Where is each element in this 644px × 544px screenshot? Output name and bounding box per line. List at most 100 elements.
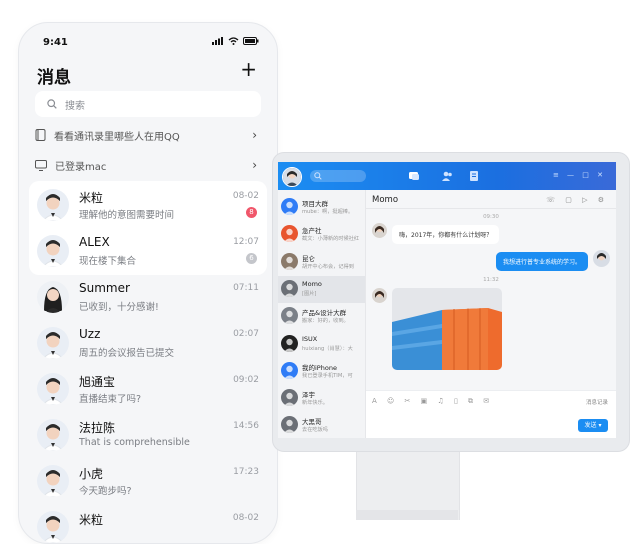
monitor-icon [35, 159, 47, 171]
contacts-notice[interactable]: 看看通讯录里哪些人在用QQ › [35, 125, 261, 145]
avatar [37, 281, 69, 313]
contact-preview: 截文：小薄新的时候社红 [302, 236, 360, 243]
momo-avatar [372, 288, 387, 303]
conversation-name: Summer [79, 281, 130, 295]
conversation-name: 法拉陈 [79, 421, 116, 435]
conversation-name: 小虎 [79, 467, 104, 481]
conversation-row[interactable]: Uzz 周五的会议报告已提交 02:07 [19, 321, 277, 367]
contact-avatar [281, 307, 298, 325]
wifi-icon [228, 37, 239, 45]
contact-avatar [281, 389, 298, 407]
contacts-icon [35, 129, 46, 141]
status-icons [212, 37, 259, 45]
contact-item[interactable]: 泽宇 新年快乐。 [278, 385, 365, 412]
contact-avatar [281, 334, 298, 352]
unread-badge: 6 [246, 253, 257, 264]
add-button[interactable]: + [240, 59, 257, 79]
contact-preview: mube：啊，挺超棒。 [302, 209, 354, 215]
contact-item[interactable]: 项目大群 mube：啊，挺超棒。 [278, 194, 365, 221]
status-time: 9:41 [43, 37, 68, 48]
chat-tab-icon[interactable] [408, 170, 420, 182]
chat-title: Momo [372, 195, 399, 205]
contact-avatar [281, 198, 298, 215]
contact-avatar [281, 225, 298, 243]
unread-badge: 8 [246, 207, 257, 218]
contact-item[interactable]: 我的iPhone 我已登录手机TIM，可 [278, 358, 365, 385]
conversation-time: 17:23 [233, 467, 259, 477]
conversation-row[interactable]: 小虎 今天跑步吗? 17:23 [19, 459, 277, 505]
conversation-time: 09:02 [233, 375, 259, 385]
contact-item[interactable]: 急产社 截文：小薄新的时候社红 [278, 221, 365, 248]
timestamp: 09:30 [483, 214, 499, 220]
image-message[interactable] [392, 288, 502, 370]
contact-name: 大黑哥 [302, 418, 322, 427]
search-icon [314, 172, 322, 180]
mac-login-text: 已登录mac [55, 161, 107, 173]
send-label: 发送 [584, 422, 597, 429]
conversation-time: 14:56 [233, 421, 259, 431]
contact-avatar [281, 361, 298, 379]
conversation-time: 12:07 [233, 237, 259, 247]
contacts-tab-icon[interactable] [441, 170, 453, 182]
conversation-name: ALEX [79, 235, 110, 249]
contact-item[interactable]: ISUX huixiang（肖慧）：大 [278, 331, 365, 358]
conversation-row[interactable]: 法拉陈 That is comprehensible 14:56 [19, 413, 277, 459]
conversation-preview: 已收到，十分感谢! [79, 302, 159, 313]
avatar [37, 419, 69, 451]
contact-name: 项目大群 [302, 200, 328, 208]
chat-header-icons[interactable]: ☏ ▢ ▷ ⚙ [546, 196, 608, 204]
battery-icon [243, 37, 259, 45]
contact-avatar [281, 416, 298, 434]
contact-name: 昆仑 [302, 254, 315, 263]
chevron-right-icon: › [252, 128, 257, 142]
conversation-time: 08-02 [232, 191, 259, 201]
send-button[interactable]: 发送 ▾ [578, 419, 608, 432]
input-toolbar-icons[interactable]: A ☺ ✂ ▣ ♫ ▯ ⧉ ✉ [372, 397, 493, 406]
contact-item[interactable]: Momo [图片] [278, 275, 365, 303]
contact-name: 急产社 [302, 227, 322, 236]
message-input-area[interactable]: A ☺ ✂ ▣ ♫ ▯ ⧉ ✉ 消息记录 发送 ▾ [366, 390, 616, 438]
contact-item[interactable]: 大黑哥 去在吃饭吗 [278, 412, 365, 438]
contact-item[interactable]: 昆仑 胡开中心布会，记得到 [278, 249, 365, 276]
contact-item[interactable]: 产品&设计大群 搬家：好的，收到。 [278, 303, 365, 330]
search-icon [47, 99, 57, 109]
phone-frame: 9:41 消息 + 搜索 看看通讯录里哪些人在用QQ › 已登录mac › 米粒… [18, 22, 278, 544]
conversation-row[interactable]: Summer 已收到，十分感谢! 07:11 [19, 275, 277, 321]
contact-avatar [281, 252, 298, 270]
conversation-time: 07:11 [233, 283, 259, 293]
message-record-button[interactable]: 消息记录 [586, 398, 608, 406]
desktop-search-input[interactable] [310, 170, 366, 182]
conversation-preview: 理解他的意图需要时间 [79, 210, 175, 221]
contact-name: 产品&设计大群 [302, 309, 347, 318]
contact-preview: 搬家：好的，收到。 [302, 318, 349, 325]
divider [366, 208, 616, 209]
contact-preview: 新年快乐。 [302, 400, 328, 407]
user-avatar[interactable] [282, 167, 302, 187]
conversation-row[interactable]: ALEX 现在楼下集合 12:07 6 [19, 229, 277, 275]
conversation-preview: 周五的会议报告已提交 [79, 348, 175, 359]
contact-preview: 去在吃饭吗 [302, 427, 328, 434]
building-photo [392, 288, 502, 370]
files-tab-icon[interactable] [468, 170, 480, 182]
contact-preview: 胡开中心布会，记得到 [302, 263, 354, 270]
contact-avatar [281, 279, 298, 297]
mac-login-notice[interactable]: 已登录mac › [35, 155, 261, 175]
window-controls[interactable]: ≡ — □ ✕ [553, 171, 606, 179]
conversation-row[interactable]: 米粒 理解他的意图需要时间 08-02 8 [19, 183, 277, 229]
top-bar: ≡ — □ ✕ [278, 162, 616, 190]
signal-icon [212, 37, 223, 45]
contact-list: 项目大群 mube：啊，挺超棒。 急产社 截文：小薄新的时候社红 昆仑 胡开中心… [278, 190, 366, 438]
page-title: 消息 [37, 68, 71, 88]
contact-name: ISUX [302, 334, 318, 343]
conversation-row[interactable]: 米粒 08-02 [19, 505, 277, 543]
conversation-name: 旭通宝 [79, 375, 116, 389]
conversation-time: 08-02 [232, 513, 259, 523]
contact-name: Momo [302, 279, 322, 288]
chevron-right-icon: › [252, 158, 257, 172]
contacts-notice-text: 看看通讯录里哪些人在用QQ [54, 131, 180, 143]
conversation-row[interactable]: 旭通宝 直播结束了吗? 09:02 [19, 367, 277, 413]
desktop-screen: ≡ — □ ✕ 项目大群 mube：啊，挺超棒。 急产社 截文：小薄新的时候社红… [278, 162, 616, 438]
contact-name: 我的iPhone [302, 363, 337, 372]
search-input[interactable]: 搜索 [35, 91, 261, 117]
contact-preview: [图片] [302, 290, 317, 297]
